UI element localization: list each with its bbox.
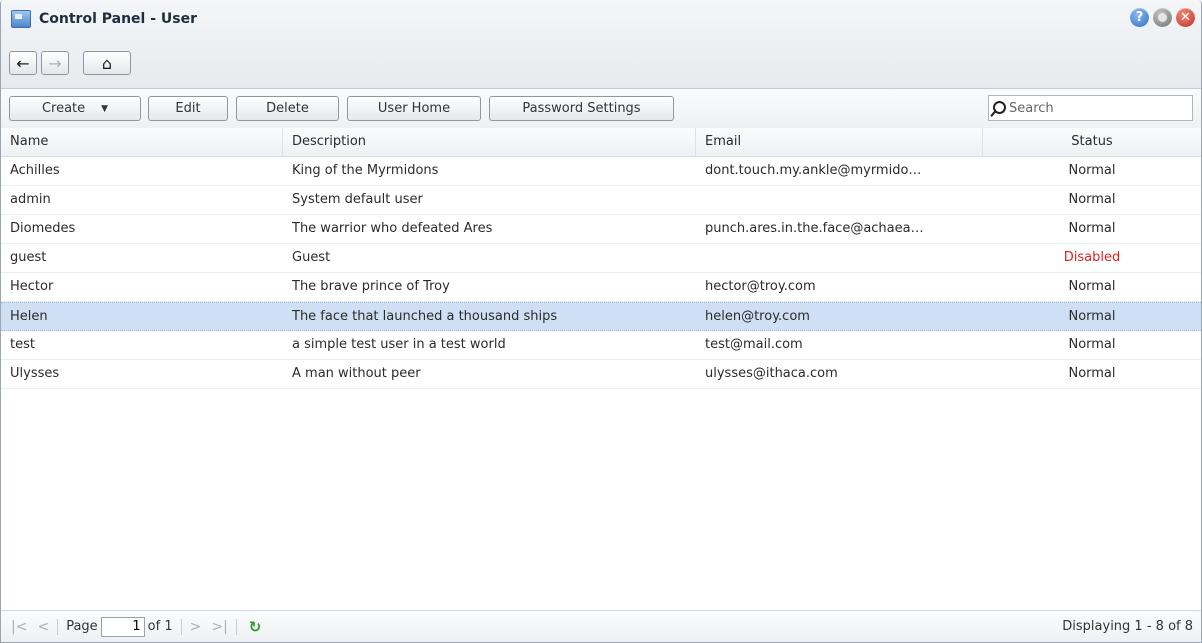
control-panel-icon [11, 10, 31, 28]
user-name-cell: Helen [10, 309, 48, 324]
column-header-email[interactable]: Email [696, 128, 983, 156]
password-settings-button[interactable]: Password Settings [489, 96, 674, 121]
user-status-cell: Normal [1068, 337, 1116, 352]
forward-button[interactable]: → [41, 51, 69, 75]
user-home-button[interactable]: User Home [347, 96, 481, 121]
user-description-cell: a simple test user in a test world [292, 337, 506, 352]
user-status-cell: Normal [1068, 309, 1116, 324]
table-row[interactable]: Achilles King of the Myrmidons dont.touch.… [1, 157, 1201, 186]
user-table: Name Description Email Status Achilles Ki… [1, 128, 1201, 611]
user-description-cell: The face that launched a thousand ships [292, 309, 558, 324]
user-name-cell: Hector [10, 279, 54, 294]
help-icon[interactable]: ? [1130, 8, 1149, 27]
user-description-cell: The brave prince of Troy [292, 279, 450, 294]
user-status-cell: Normal [1068, 163, 1116, 178]
edit-button[interactable]: Edit [148, 96, 228, 121]
refresh-icon[interactable]: ↻ [249, 618, 262, 636]
table-row[interactable]: Helen The face that launched a thousand s… [1, 302, 1201, 331]
table-row[interactable]: guest Guest Disabled [1, 244, 1201, 273]
next-page-icon[interactable]: > [190, 619, 202, 635]
user-name-cell: Achilles [10, 163, 60, 178]
display-info: Displaying 1 - 8 of 8 [1062, 619, 1193, 634]
title-bar: Control Panel - User ? ✕ ← → ⌂ [1, 0, 1201, 89]
user-email-cell: punch.ares.in.the.face@achaea… [705, 221, 924, 236]
user-email-cell: hector@troy.com [705, 279, 816, 294]
table-row[interactable]: test a simple test user in a test world te… [1, 331, 1201, 360]
create-button[interactable]: Create ▼ [9, 96, 141, 121]
first-page-icon[interactable]: |< [11, 619, 27, 635]
window-title-text: Control Panel - User [39, 11, 197, 27]
user-description-cell: System default user [292, 192, 423, 207]
page-number-input[interactable] [100, 616, 145, 637]
page-label: Page [66, 619, 98, 634]
separator [235, 618, 237, 635]
table-row[interactable]: Hector The brave prince of Troy hector@tro… [1, 273, 1201, 302]
table-row[interactable]: Diomedes The warrior who defeated Ares pun… [1, 215, 1201, 244]
last-page-icon[interactable]: >| [211, 619, 227, 635]
search-box[interactable] [988, 95, 1193, 121]
user-name-cell: admin [10, 192, 51, 207]
column-header-description[interactable]: Description [283, 128, 696, 156]
previous-page-icon[interactable]: < [37, 619, 49, 635]
user-status-cell: Normal [1068, 221, 1116, 236]
user-email-cell: test@mail.com [705, 337, 803, 352]
user-description-cell: The warrior who defeated Ares [292, 221, 493, 236]
search-icon [993, 100, 1006, 114]
delete-button[interactable]: Delete [236, 96, 339, 121]
navigation-bar: ← → ⌂ [9, 51, 131, 75]
home-button[interactable]: ⌂ [83, 51, 131, 75]
table-row[interactable]: admin System default user Normal [1, 186, 1201, 215]
user-status-cell: Disabled [1063, 250, 1121, 265]
user-name-cell: test [10, 337, 35, 352]
user-name-cell: guest [10, 250, 47, 265]
user-status-cell: Normal [1068, 192, 1116, 207]
table-body: Achilles King of the Myrmidons dont.touch.… [1, 157, 1201, 389]
user-description-cell: A man without peer [292, 366, 421, 381]
table-row[interactable]: Ulysses A man without peer ulysses@ithaca.… [1, 360, 1201, 389]
create-label: Create [41, 101, 86, 116]
user-email-cell: dont.touch.my.ankle@myrmido… [705, 163, 922, 178]
user-description-cell: King of the Myrmidons [292, 163, 439, 178]
user-description-cell: Guest [292, 250, 331, 265]
user-name-cell: Ulysses [10, 366, 60, 381]
dropdown-arrow-icon: ▼ [101, 103, 109, 114]
window-controls: ? ✕ [1130, 8, 1195, 27]
search-input[interactable] [1009, 100, 1179, 116]
window-title: Control Panel - User [11, 10, 197, 28]
user-email-cell: ulysses@ithaca.com [705, 366, 838, 381]
column-header-name[interactable]: Name [1, 128, 283, 156]
user-email-cell [696, 186, 983, 214]
user-name-cell: Diomedes [10, 221, 76, 236]
back-button[interactable]: ← [9, 51, 37, 75]
minimize-icon[interactable] [1153, 8, 1172, 27]
separator [180, 618, 182, 635]
user-email-cell [696, 244, 983, 272]
table-header: Name Description Email Status [1, 128, 1201, 157]
close-icon[interactable]: ✕ [1176, 8, 1195, 27]
control-panel-window: Control Panel - User ? ✕ ← → ⌂ Create ▼ … [0, 0, 1202, 643]
pagination-bar: |< < Page of 1 > >| ↻ Displaying 1 - 8 o… [1, 610, 1201, 642]
toolbar: Create ▼ Edit Delete User Home Password … [1, 89, 1201, 129]
separator [57, 618, 59, 635]
user-status-cell: Normal [1068, 366, 1116, 381]
user-email-cell: helen@troy.com [705, 309, 810, 324]
column-header-status[interactable]: Status [983, 128, 1201, 156]
user-status-cell: Normal [1068, 279, 1116, 294]
page-count: of 1 [147, 619, 173, 634]
minimize-dot [1158, 13, 1167, 22]
